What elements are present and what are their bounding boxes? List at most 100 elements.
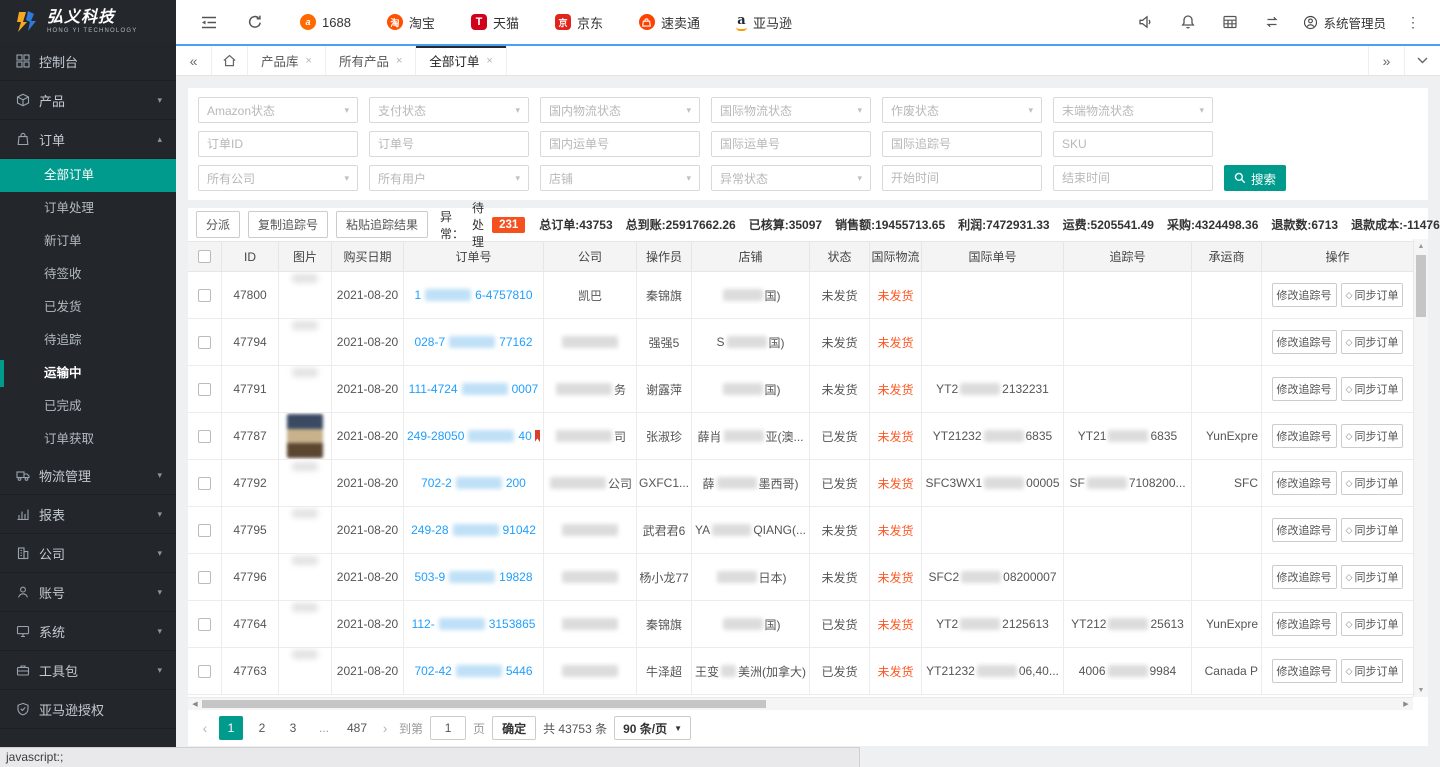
edit-tracking-button[interactable]: 修改追踪号 (1272, 424, 1337, 448)
filter-select-所有用户[interactable]: 所有用户▾ (369, 165, 529, 191)
more-menu-icon[interactable]: ⋮ (1400, 14, 1426, 31)
sync-order-button[interactable]: ◇同步订单 (1341, 518, 1404, 542)
filter-select-店铺[interactable]: 店铺▾ (540, 165, 700, 191)
order-number-link[interactable]: 028-777162 (414, 335, 532, 349)
edit-tracking-button[interactable]: 修改追踪号 (1272, 565, 1337, 589)
tab-所有产品[interactable]: 所有产品× (326, 46, 416, 75)
row-checkbox[interactable] (198, 524, 211, 537)
scroll-up-icon[interactable]: ▲ (1414, 239, 1428, 253)
sidebar-item-账号[interactable]: 账号▾ (0, 573, 176, 612)
platform-link-1688[interactable]: a1688 (300, 14, 351, 30)
sidebar-item-公司[interactable]: 公司▾ (0, 534, 176, 573)
order-number-link[interactable]: 111-47240007 (409, 382, 539, 396)
scroll-down-icon[interactable]: ▼ (1414, 683, 1428, 697)
sync-order-button[interactable]: ◇同步订单 (1341, 283, 1404, 307)
per-page-select[interactable]: 90 条/页▼ (614, 716, 691, 740)
sidebar-subitem-待追踪[interactable]: 待追踪 (0, 324, 176, 357)
exchange-rate-icon[interactable] (1255, 7, 1289, 37)
vertical-scroll-thumb[interactable] (1416, 255, 1426, 317)
filter-select-支付状态[interactable]: 支付状态▾ (369, 97, 529, 123)
edit-tracking-button[interactable]: 修改追踪号 (1272, 518, 1337, 542)
sync-order-button[interactable]: ◇同步订单 (1341, 471, 1404, 495)
close-tab-icon[interactable]: × (486, 55, 492, 67)
sync-order-button[interactable]: ◇同步订单 (1341, 424, 1404, 448)
tab-全部订单[interactable]: 全部订单× (416, 46, 506, 75)
filter-input-开始时间[interactable] (882, 165, 1042, 191)
sidebar-item-亚马逊授权[interactable]: 亚马逊授权 (0, 690, 176, 729)
edit-tracking-button[interactable]: 修改追踪号 (1272, 612, 1337, 636)
collapse-tabbar-icon[interactable] (1404, 46, 1440, 75)
order-number-link[interactable]: 112-3153865 (412, 617, 536, 631)
sidebar-item-订单[interactable]: 订单▴ (0, 120, 176, 159)
edit-tracking-button[interactable]: 修改追踪号 (1272, 377, 1337, 401)
filter-input-结束时间[interactable] (1053, 165, 1213, 191)
refresh-icon[interactable] (240, 7, 270, 37)
sync-order-button[interactable]: ◇同步订单 (1341, 330, 1404, 354)
scroll-right-icon[interactable]: ▶ (1399, 698, 1413, 710)
platform-link-淘宝[interactable]: 淘淘宝 (387, 13, 435, 32)
filter-input-国际追踪号[interactable] (882, 131, 1042, 157)
sidebar-item-物流管理[interactable]: 物流管理▾ (0, 456, 176, 495)
row-checkbox[interactable] (198, 336, 211, 349)
order-number-link[interactable]: 16-4757810 (414, 288, 532, 302)
page-2[interactable]: 2 (250, 716, 274, 740)
platform-link-速卖通[interactable]: 速卖通 (639, 13, 700, 32)
vertical-scrollbar[interactable]: ▲ ▼ (1413, 239, 1428, 697)
product-thumbnail[interactable] (287, 414, 323, 458)
filter-input-订单号[interactable] (369, 131, 529, 157)
sidebar-item-报表[interactable]: 报表▾ (0, 495, 176, 534)
close-tab-icon[interactable]: × (396, 55, 402, 67)
edit-tracking-button[interactable]: 修改追踪号 (1272, 283, 1337, 307)
prev-page-icon[interactable]: ‹ (198, 720, 212, 736)
home-tab-icon[interactable] (212, 46, 248, 75)
row-checkbox[interactable] (198, 665, 211, 678)
platform-link-亚马逊[interactable]: a亚马逊 (736, 13, 792, 32)
sync-order-button[interactable]: ◇同步订单 (1341, 659, 1404, 683)
edit-tracking-button[interactable]: 修改追踪号 (1272, 659, 1337, 683)
filter-select-作废状态[interactable]: 作废状态▾ (882, 97, 1042, 123)
row-checkbox[interactable] (198, 571, 211, 584)
order-number-link[interactable]: 249-2891042 (411, 523, 536, 537)
close-tab-icon[interactable]: × (306, 55, 312, 67)
filter-input-国际运单号[interactable] (711, 131, 871, 157)
row-checkbox[interactable] (198, 618, 211, 631)
sidebar-item-控制台[interactable]: 控制台 (0, 42, 176, 81)
edit-tracking-button[interactable]: 修改追踪号 (1272, 330, 1337, 354)
filter-select-Amazon状态[interactable]: Amazon状态▾ (198, 97, 358, 123)
sidebar-subitem-已完成[interactable]: 已完成 (0, 390, 176, 423)
row-checkbox[interactable] (198, 383, 211, 396)
page-1[interactable]: 1 (219, 716, 243, 740)
edit-tracking-button[interactable]: 修改追踪号 (1272, 471, 1337, 495)
page-487[interactable]: 487 (343, 716, 371, 740)
filter-input-SKU[interactable] (1053, 131, 1213, 157)
apps-icon[interactable] (1213, 7, 1247, 37)
sidebar-subitem-订单处理[interactable]: 订单处理 (0, 192, 176, 225)
platform-link-天猫[interactable]: T天猫 (471, 13, 519, 32)
sync-order-button[interactable]: ◇同步订单 (1341, 565, 1404, 589)
sync-order-button[interactable]: ◇同步订单 (1341, 377, 1404, 401)
pending-count-badge[interactable]: 231 (492, 217, 525, 233)
announcement-icon[interactable] (1129, 7, 1163, 37)
filter-select-异常状态[interactable]: 异常状态▾ (711, 165, 871, 191)
horizontal-scroll-thumb[interactable] (202, 700, 766, 708)
row-checkbox[interactable] (198, 289, 211, 302)
scroll-left-icon[interactable]: ◀ (188, 698, 202, 710)
toolbar-button-复制追踪号[interactable]: 复制追踪号 (248, 211, 328, 238)
notification-bell-icon[interactable] (1171, 7, 1205, 37)
scroll-tabs-left-icon[interactable]: « (176, 46, 212, 75)
order-number-link[interactable]: 702-425446 (414, 664, 532, 678)
filter-input-国内运单号[interactable] (540, 131, 700, 157)
sync-order-button[interactable]: ◇同步订单 (1341, 612, 1404, 636)
confirm-page-button[interactable]: 确定 (492, 716, 536, 740)
sidebar-item-工具包[interactable]: 工具包▾ (0, 651, 176, 690)
sidebar-subitem-运输中[interactable]: 运输中 (0, 357, 176, 390)
order-number-link[interactable]: 249-2805040 (407, 429, 532, 443)
tab-actions-icon[interactable]: » (1368, 46, 1404, 75)
filter-input-订单ID[interactable] (198, 131, 358, 157)
search-button[interactable]: 搜索 (1224, 165, 1286, 191)
platform-link-京东[interactable]: 京京东 (555, 13, 603, 32)
goto-page-input[interactable] (430, 716, 466, 740)
toolbar-button-粘贴追踪结果[interactable]: 粘贴追踪结果 (336, 211, 428, 238)
collapse-sidebar-icon[interactable] (194, 7, 224, 37)
user-menu[interactable]: 系统管理员 (1297, 13, 1392, 32)
